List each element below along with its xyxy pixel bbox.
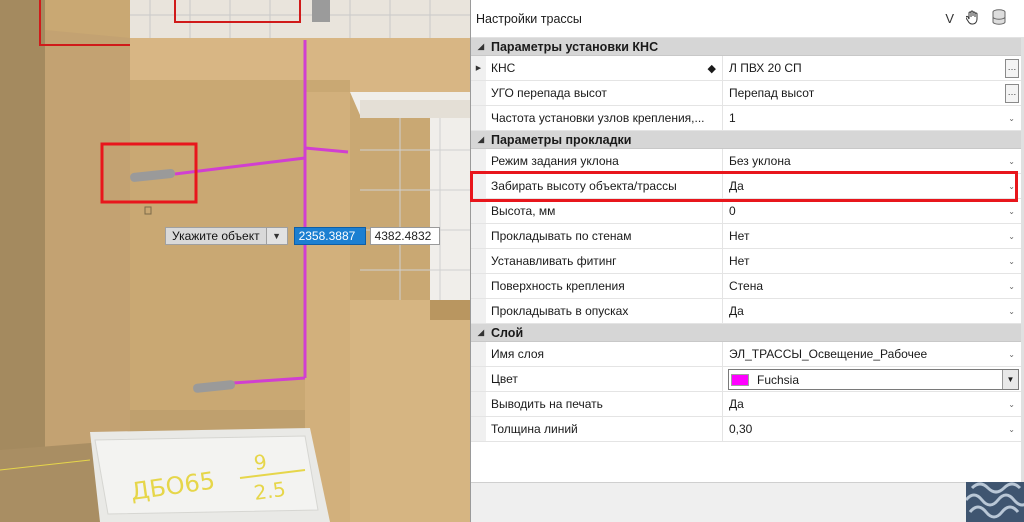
- chevron-down-icon[interactable]: ⌄: [1008, 157, 1015, 166]
- row-surface[interactable]: Поверхность крепления Стена ⌄: [471, 274, 1021, 299]
- block-label-den: 2.5: [252, 477, 287, 505]
- chevron-down-icon[interactable]: ⌄: [1008, 282, 1015, 291]
- row-value: 1: [729, 111, 736, 125]
- row-name: УГО перепада высот: [491, 86, 607, 100]
- row-value: Стена: [729, 279, 764, 293]
- chevron-down-icon[interactable]: ⌄: [1008, 207, 1015, 216]
- chevron-down-icon[interactable]: ⌄: [1008, 307, 1015, 316]
- section-header-layer[interactable]: ◢ Слой: [471, 324, 1021, 342]
- row-fitting[interactable]: Устанавливать фитинг Нет ⌄: [471, 249, 1021, 274]
- panel-title: Настройки трассы: [476, 11, 582, 26]
- expand-arrow-icon[interactable]: ▶: [471, 56, 486, 80]
- collapse-icon[interactable]: V: [945, 11, 954, 26]
- chevron-down-icon[interactable]: ▼: [266, 227, 288, 245]
- row-value: Да: [729, 397, 744, 411]
- row-name: Частота установки узлов крепления,...: [491, 111, 705, 125]
- row-value: 0: [729, 204, 736, 218]
- row-value: Fuchsia: [757, 372, 800, 387]
- color-swatch: [731, 373, 749, 386]
- row-name: КНС: [491, 61, 516, 75]
- section-header-laying[interactable]: ◢ Параметры прокладки: [471, 131, 1021, 149]
- row-height[interactable]: Высота, мм 0 ⌄: [471, 199, 1021, 224]
- color-select[interactable]: Fuchsia ▼: [728, 369, 1019, 390]
- row-name: Устанавливать фитинг: [491, 254, 617, 268]
- chevron-down-icon[interactable]: ⌄: [1008, 257, 1015, 266]
- row-name: Прокладывать по стенам: [491, 229, 632, 243]
- row-name: Толщина линий: [491, 422, 578, 436]
- cad-viewport[interactable]: ДБО65 9 2.5 Укажите объект ▼ 2358.3887 4…: [0, 0, 470, 522]
- chevron-down-icon[interactable]: ⌄: [1008, 114, 1015, 123]
- chevron-down-icon[interactable]: ⌄: [1008, 400, 1015, 409]
- row-value: Без уклона: [729, 154, 791, 168]
- row-name: Выводить на печать: [491, 397, 603, 411]
- collapse-triangle-icon[interactable]: ◢: [471, 42, 491, 51]
- ellipsis-button[interactable]: …: [1005, 59, 1019, 78]
- panel-header: Настройки трассы V: [471, 0, 1024, 38]
- panel-footer: [471, 482, 1024, 522]
- row-take-height[interactable]: Забирать высоту объекта/трассы Да ⌄: [471, 174, 1021, 199]
- collapse-triangle-icon[interactable]: ◢: [471, 135, 491, 144]
- ellipsis-button[interactable]: …: [1005, 84, 1019, 103]
- row-name: Режим задания уклона: [491, 154, 619, 168]
- row-name: Забирать высоту объекта/трассы: [491, 179, 677, 193]
- row-ugo[interactable]: УГО перепада высот Перепад высот …: [471, 81, 1021, 106]
- chevron-down-icon[interactable]: ⌄: [1008, 350, 1015, 359]
- collapse-triangle-icon[interactable]: ◢: [471, 328, 491, 337]
- row-along-walls[interactable]: Прокладывать по стенам Нет ⌄: [471, 224, 1021, 249]
- row-value: Да: [729, 304, 744, 318]
- row-name: Высота, мм: [491, 204, 556, 218]
- row-layer-name[interactable]: Имя слоя ЭЛ_ТРАССЫ_Освещение_Рабочее ⌄: [471, 342, 1021, 367]
- row-value: ЭЛ_ТРАССЫ_Освещение_Рабочее: [729, 347, 928, 361]
- hand-cursor-icon[interactable]: [965, 10, 980, 28]
- chevron-down-icon[interactable]: ⌄: [1008, 232, 1015, 241]
- database-icon[interactable]: [992, 9, 1006, 28]
- row-name: Цвет: [491, 372, 518, 386]
- row-name: Поверхность крепления: [491, 279, 625, 293]
- row-slope-mode[interactable]: Режим задания уклона Без уклона ⌄: [471, 149, 1021, 174]
- row-value: Нет: [729, 254, 750, 268]
- preview-thumbnail: [966, 482, 1024, 522]
- row-color[interactable]: Цвет Fuchsia ▼: [471, 367, 1021, 392]
- cad-scene: ДБО65 9 2.5: [0, 0, 470, 522]
- property-grid: ◢ Параметры установки КНС ▶ КНС ◆ Л ПВХ 20…: [471, 38, 1021, 442]
- coord-x-input[interactable]: 2358.3887: [293, 227, 366, 245]
- row-line-weight[interactable]: Толщина линий 0,30 ⌄: [471, 417, 1021, 442]
- row-frequency[interactable]: Частота установки узлов крепления,... 1 ⌄: [471, 106, 1021, 131]
- row-value: Л ПВХ 20 СП: [729, 61, 802, 75]
- section-header-kns[interactable]: ◢ Параметры установки КНС: [471, 38, 1021, 56]
- chevron-down-icon[interactable]: ⌄: [1008, 182, 1015, 191]
- row-name: Прокладывать в опусках: [491, 304, 629, 318]
- chevron-down-icon[interactable]: ▼: [1002, 370, 1018, 389]
- properties-panel: Настройки трассы V ◢ Параметры установки …: [470, 0, 1024, 522]
- row-drops[interactable]: Прокладывать в опусках Да ⌄: [471, 299, 1021, 324]
- coord-y-input[interactable]: 4382.4832: [369, 227, 440, 245]
- command-label: Укажите объект: [165, 227, 267, 245]
- chevron-down-icon[interactable]: ⌄: [1008, 425, 1015, 434]
- row-value: Нет: [729, 229, 750, 243]
- row-value: 0,30: [729, 422, 753, 436]
- diamond-icon: ◆: [707, 63, 716, 75]
- command-prompt[interactable]: Укажите объект ▼ 2358.3887 4382.4832: [165, 227, 440, 245]
- row-kns[interactable]: ▶ КНС ◆ Л ПВХ 20 СП …: [471, 56, 1021, 81]
- row-print[interactable]: Выводить на печать Да ⌄: [471, 392, 1021, 417]
- row-value: Перепад высот: [729, 86, 815, 100]
- row-name: Имя слоя: [491, 347, 545, 361]
- row-value: Да: [729, 179, 744, 193]
